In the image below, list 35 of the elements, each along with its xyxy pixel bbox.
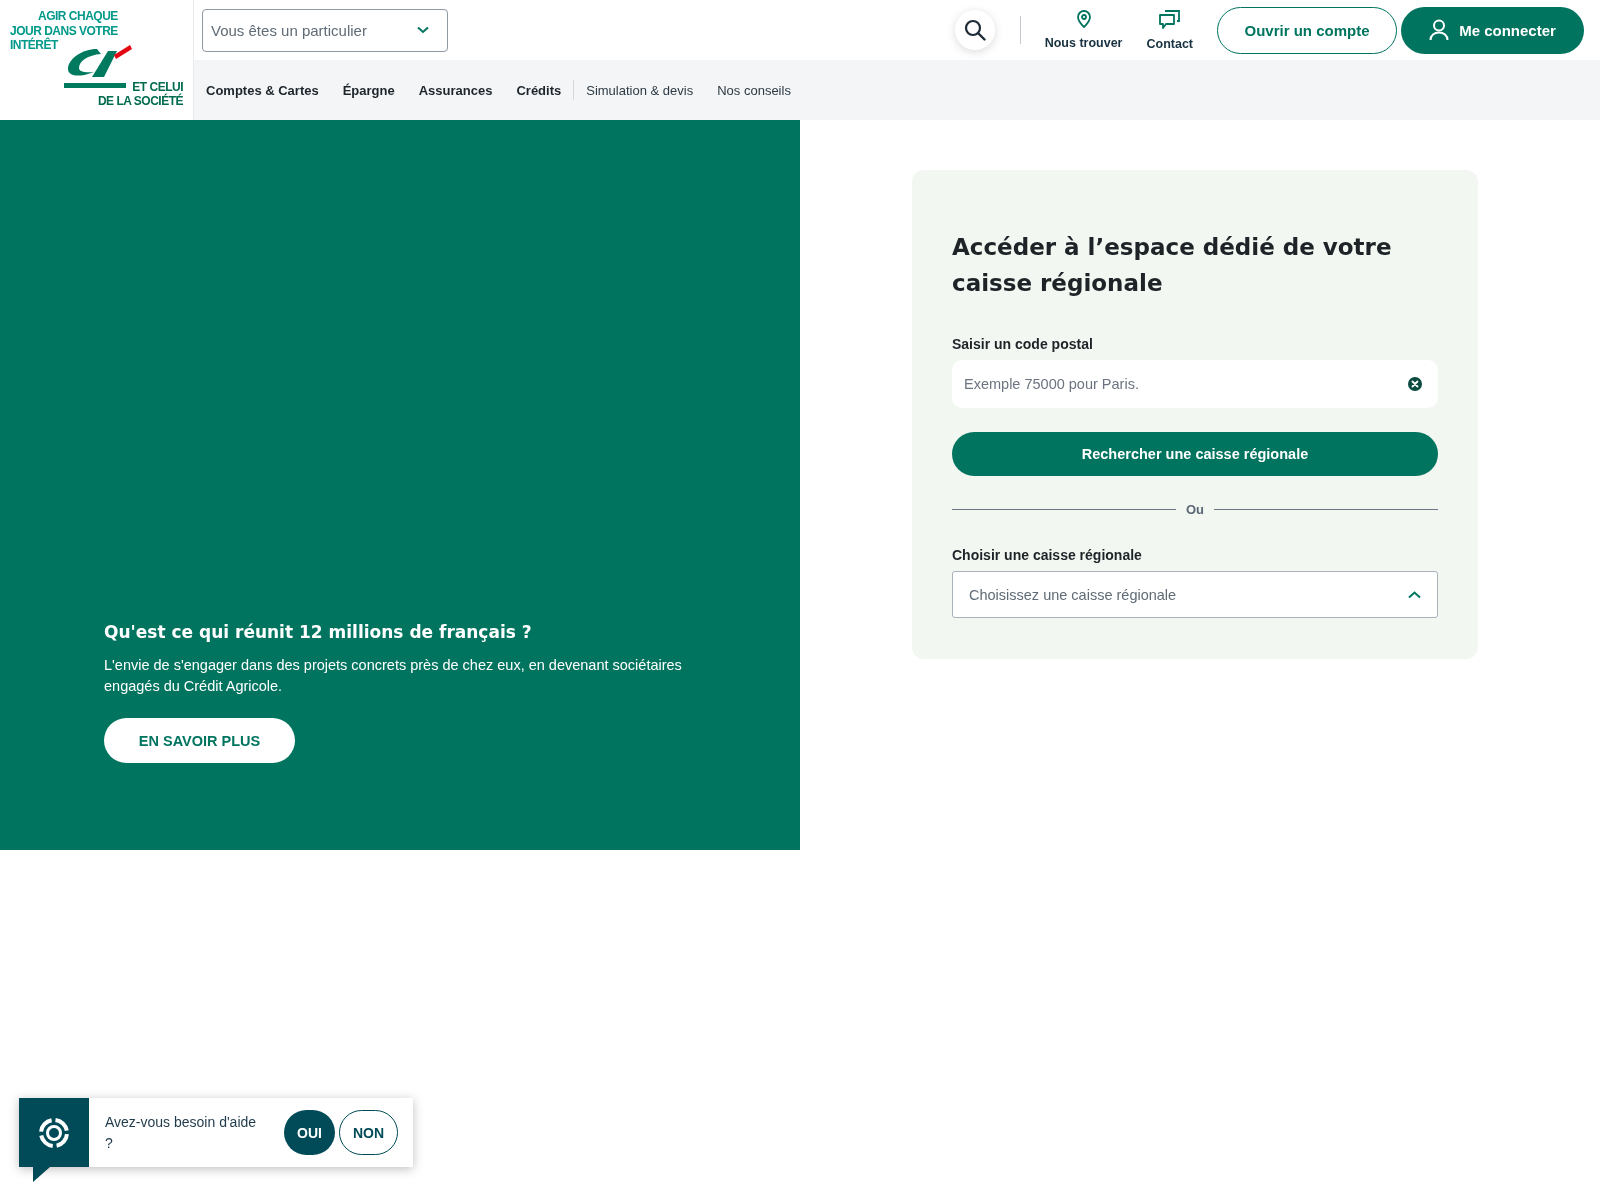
brand-logo[interactable] <box>64 42 134 89</box>
help-answer-button[interactable]: OUI <box>284 1110 335 1155</box>
field-label: Choisir une caisse régionale <box>952 546 1143 565</box>
login-button[interactable]: Me connecter <box>1401 6 1584 54</box>
chevron-down-icon <box>417 26 429 34</box>
nav-link[interactable]: Crédits <box>516 82 562 98</box>
postal-code-field[interactable]: Exemple 75000 pour Paris. <box>952 360 1438 408</box>
quick-link[interactable]: Contact <box>1146 9 1193 51</box>
field-label: Saisir un code postal <box>952 335 1094 354</box>
nav-link[interactable]: Épargne <box>342 82 395 98</box>
search-icon <box>963 19 986 41</box>
profile-select[interactable]: Vous êtes un particulier <box>202 8 448 52</box>
hero-text: L'envie de s'engager dans des projets concrets près de chez eux, en devenant sociétaires engagés du Crédit Agricole. <box>104 656 683 696</box>
nav-link[interactable]: Nos conseils <box>717 82 791 98</box>
search-button[interactable] <box>954 10 995 50</box>
regional-select[interactable]: Choisissez une caisse régionale <box>952 571 1438 618</box>
hero-title: Qu'est ce qui réunit 12 millions de français ? <box>104 621 532 644</box>
map-pin-icon <box>1076 10 1091 28</box>
clear-icon[interactable] <box>1408 377 1422 391</box>
nav-link[interactable]: Simulation & devis <box>586 82 694 98</box>
logo-tagline: AGIR CHAQUE JOUR DANS VOTRE INTÉRÊT <box>10 9 118 53</box>
nav-link[interactable]: Comptes & Cartes <box>206 82 319 98</box>
nav-link[interactable]: Assurances <box>418 82 493 98</box>
learn-more-button[interactable]: EN SAVOIR PLUS <box>104 718 295 763</box>
open-account-button[interactable]: Ouvrir un compte <box>1217 6 1397 54</box>
help-answer-button[interactable]: NON <box>339 1110 398 1155</box>
help-prompt-text: Avez-vous besoin d'aide ? <box>105 1112 258 1153</box>
chat-bubbles-icon <box>1159 9 1181 29</box>
search-regional-button[interactable]: Rechercher une caisse régionale <box>952 432 1438 476</box>
logo-tagline: ET CELUI DE LA SOCIÉTÉ <box>97 79 183 109</box>
quick-link[interactable]: Nous trouver <box>1044 10 1123 50</box>
separator-text: Ou <box>1185 501 1205 517</box>
lifebuoy-icon <box>37 1115 71 1150</box>
card-title: Accéder à l’espace dédié de votre caisse régionale <box>952 233 1393 298</box>
person-icon <box>1429 19 1450 41</box>
